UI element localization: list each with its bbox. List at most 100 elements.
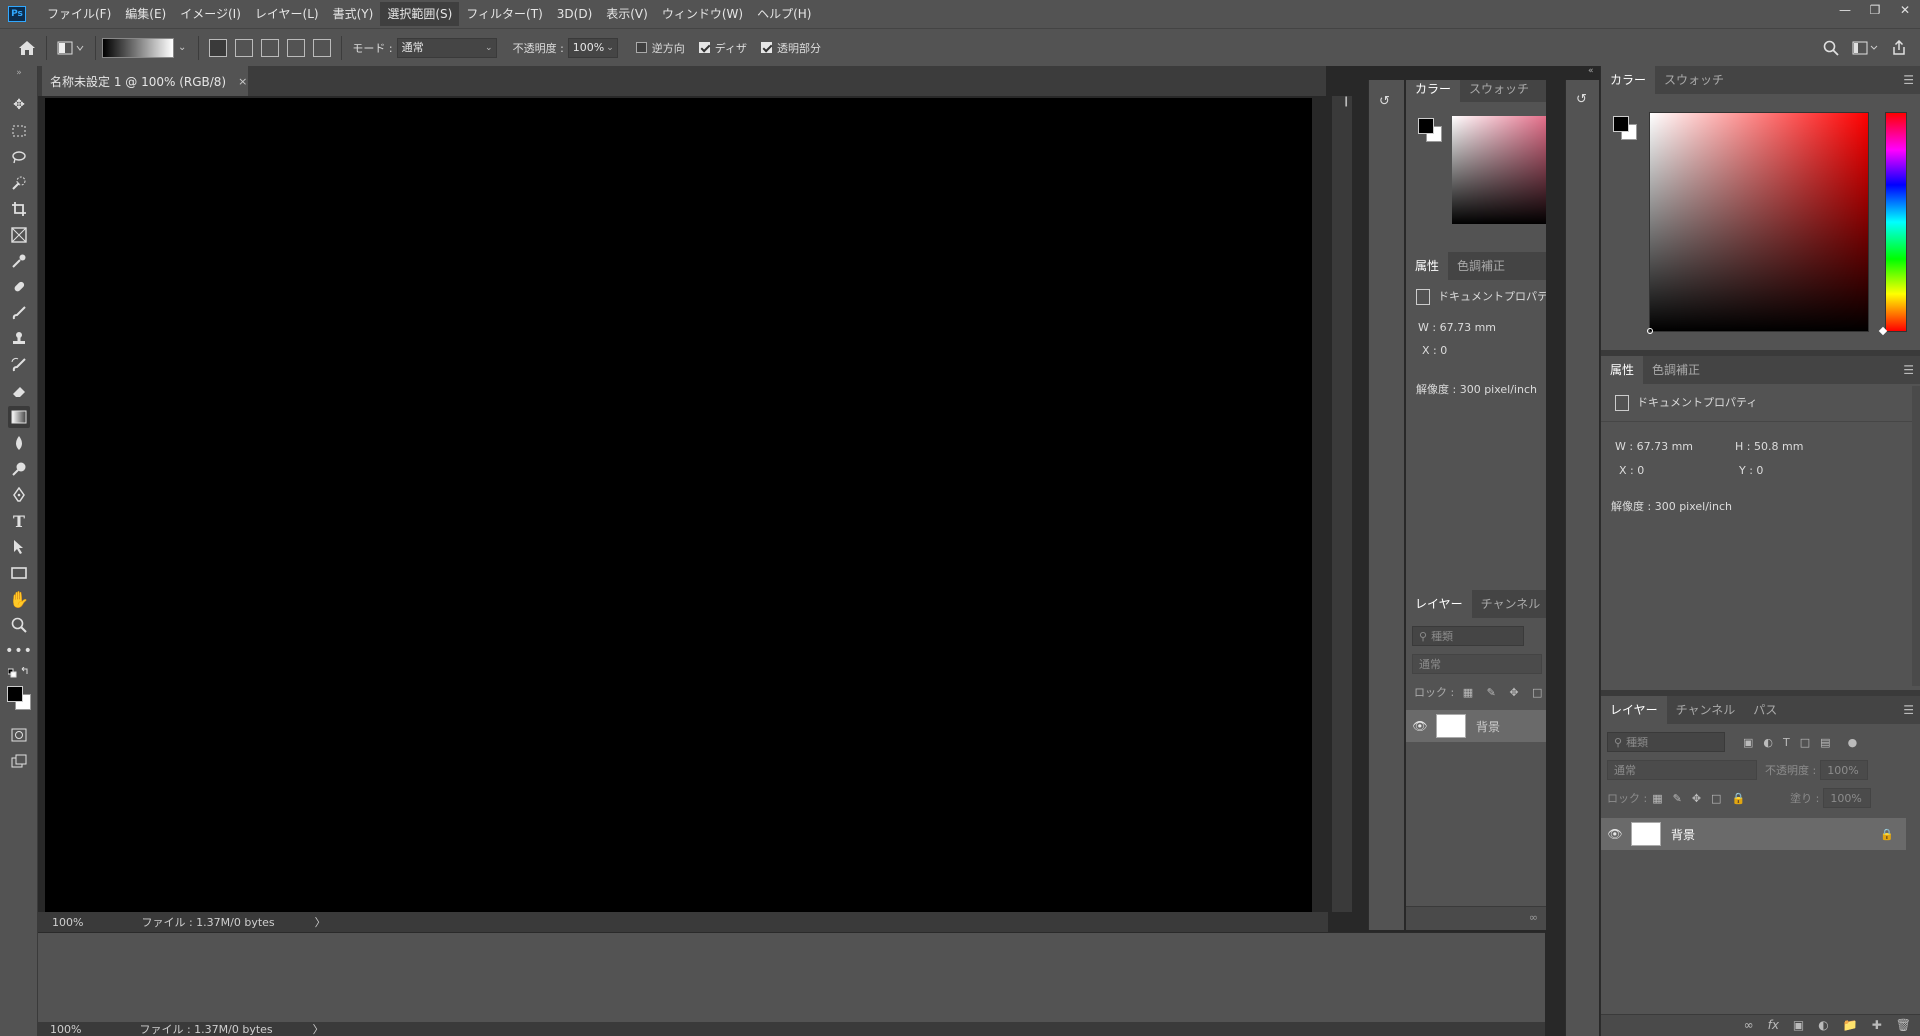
lock-transparent-icon[interactable]: ▦	[1463, 686, 1473, 699]
menu-filter[interactable]: フィルター(T)	[459, 2, 549, 26]
healing-brush-tool-icon[interactable]	[8, 276, 30, 298]
menu-help[interactable]: ヘルプ(H)	[750, 2, 818, 26]
foreground-color-swatch[interactable]	[1418, 118, 1434, 134]
radial-gradient-button[interactable]	[235, 38, 254, 57]
w-value[interactable]: 67.73 mm	[1440, 321, 1496, 334]
filter-pixel-icon[interactable]: ▣	[1743, 736, 1753, 749]
blend-mode-select[interactable]: 通常	[1607, 760, 1757, 780]
collapse-panels-icon[interactable]: «	[1588, 66, 1594, 76]
status-menu-arrow-icon[interactable]: 〉	[313, 1021, 324, 1036]
status-menu-arrow-icon[interactable]: 〉	[315, 914, 326, 930]
hue-slider-handle[interactable]	[1878, 326, 1888, 336]
tab-paths[interactable]: パス	[1744, 696, 1786, 724]
workspace-icon[interactable]	[1846, 41, 1884, 55]
lock-artboard-icon[interactable]: □	[1532, 686, 1542, 699]
screen-mode-icon[interactable]	[8, 750, 30, 772]
fx-icon[interactable]: fx	[1768, 1018, 1779, 1032]
menu-select[interactable]: 選択範囲(S)	[380, 2, 460, 26]
close-tab-icon[interactable]: ×	[238, 75, 247, 88]
lock-all-icon[interactable]: 🔒	[1731, 792, 1745, 805]
color-picker-field[interactable]	[1647, 112, 1869, 334]
path-select-tool-icon[interactable]	[8, 536, 30, 558]
adjustment-layer-icon[interactable]: ◐	[1818, 1018, 1828, 1032]
menu-file[interactable]: ファイル(F)	[40, 2, 118, 26]
menu-view[interactable]: 表示(V)	[599, 2, 655, 26]
document-tab[interactable]: 名称未設定 1 @ 100% (RGB/8) ×	[42, 66, 248, 96]
menu-layer[interactable]: レイヤー(L)	[248, 2, 326, 26]
color-fg-bg[interactable]	[1416, 116, 1446, 146]
lock-position-icon[interactable]: ✥	[1692, 792, 1701, 805]
gradient-tool-icon[interactable]	[8, 406, 30, 428]
hand-tool-icon[interactable]: ✋	[8, 588, 30, 610]
mode-select[interactable]: 通常 ⌄	[396, 37, 497, 58]
lock-position-icon[interactable]: ✥	[1509, 686, 1518, 699]
home-icon[interactable]	[14, 35, 40, 61]
gradient-preview[interactable]	[102, 37, 174, 58]
restore-icon[interactable]: ❐	[1860, 0, 1890, 20]
transparency-checkbox[interactable]: 透明部分	[761, 40, 821, 56]
eye-icon[interactable]: 👁	[1607, 827, 1623, 841]
panel-menu-icon[interactable]: ☰	[1903, 73, 1914, 87]
filter-type-icon[interactable]: T	[1783, 736, 1790, 749]
reverse-checkbox[interactable]: 逆方向	[635, 40, 685, 56]
link-layers-icon[interactable]: ∞	[1529, 911, 1538, 924]
quick-mask-icon[interactable]	[8, 724, 30, 746]
more-tools-icon[interactable]: •••	[5, 640, 32, 662]
search-icon[interactable]	[1816, 40, 1846, 56]
x-value[interactable]: 0	[1440, 344, 1447, 357]
filter-smart-object-icon[interactable]: ▤	[1820, 736, 1830, 749]
tab-layers[interactable]: レイヤー	[1406, 590, 1472, 618]
reflected-gradient-button[interactable]	[287, 38, 306, 57]
zoom-level-secondary[interactable]: 100%	[50, 1023, 81, 1036]
linear-gradient-button[interactable]	[209, 38, 228, 57]
filter-adjustment-icon[interactable]: ◐	[1763, 736, 1773, 749]
type-tool-icon[interactable]: T	[8, 510, 30, 532]
foreground-color-swatch[interactable]	[7, 686, 23, 702]
layer-filter-input[interactable]: ⚲ 種類	[1607, 732, 1725, 752]
layer-row[interactable]: 👁 背景 🔒	[1601, 818, 1906, 850]
foreground-color-swatch[interactable]	[1613, 116, 1629, 132]
menu-edit[interactable]: 編集(E)	[118, 2, 173, 26]
h-value[interactable]: 50.8 mm	[1754, 440, 1803, 453]
lock-artboard-icon[interactable]: □	[1711, 792, 1721, 805]
pen-tool-icon[interactable]	[8, 484, 30, 506]
history-panel-icon[interactable]: ↺	[1379, 94, 1390, 109]
tab-swatches[interactable]: スウォッチ	[1655, 66, 1733, 94]
menu-image[interactable]: イメージ(I)	[173, 2, 248, 26]
checkbox-box[interactable]	[761, 42, 773, 53]
collapse-toolbar-icon[interactable]: »	[8, 68, 30, 78]
layer-name[interactable]: 背景	[1671, 826, 1695, 843]
zoom-tool-icon[interactable]	[8, 614, 30, 636]
fill-input[interactable]: 100%	[1823, 788, 1872, 808]
link-layers-icon[interactable]: ∞	[1744, 1018, 1754, 1032]
zoom-level[interactable]: 100%	[52, 916, 83, 929]
lock-image-icon[interactable]: ✎	[1487, 686, 1496, 699]
vertical-scrollbar[interactable]	[1332, 96, 1352, 912]
minimize-icon[interactable]: —	[1830, 0, 1860, 20]
layer-lock-icon[interactable]: 🔒	[1880, 828, 1894, 841]
lock-image-icon[interactable]: ✎	[1673, 792, 1682, 805]
checkbox-box[interactable]	[635, 42, 647, 53]
angle-gradient-button[interactable]	[261, 38, 280, 57]
tab-swatches[interactable]: スウォッチ	[1460, 80, 1538, 102]
properties-scrollbar[interactable]	[1912, 386, 1920, 686]
y-value[interactable]: 0	[1756, 464, 1763, 477]
tab-channels[interactable]: チャンネル	[1667, 696, 1745, 724]
menu-window[interactable]: ウィンドウ(W)	[655, 2, 750, 26]
lock-transparent-icon[interactable]: ▦	[1652, 792, 1662, 805]
history-brush-tool-icon[interactable]	[8, 354, 30, 376]
layer-opacity-input[interactable]: 100%	[1820, 760, 1869, 780]
panel-menu-icon[interactable]: ☰	[1903, 363, 1914, 377]
tab-adjustments[interactable]: 色調補正	[1448, 252, 1514, 280]
color-picker-field[interactable]	[1452, 116, 1546, 224]
dodge-tool-icon[interactable]	[8, 458, 30, 480]
brush-tool-icon[interactable]	[8, 302, 30, 324]
diamond-gradient-button[interactable]	[313, 38, 332, 57]
x-value[interactable]: 0	[1637, 464, 1644, 477]
dither-checkbox[interactable]: ディザ	[698, 40, 747, 56]
close-window-icon[interactable]: ✕	[1890, 0, 1920, 20]
filter-toggle-icon[interactable]: ●	[1848, 736, 1858, 749]
rectangle-tool-icon[interactable]	[8, 562, 30, 584]
checkbox-box[interactable]	[698, 42, 710, 53]
color-fg-bg[interactable]	[1611, 114, 1641, 144]
